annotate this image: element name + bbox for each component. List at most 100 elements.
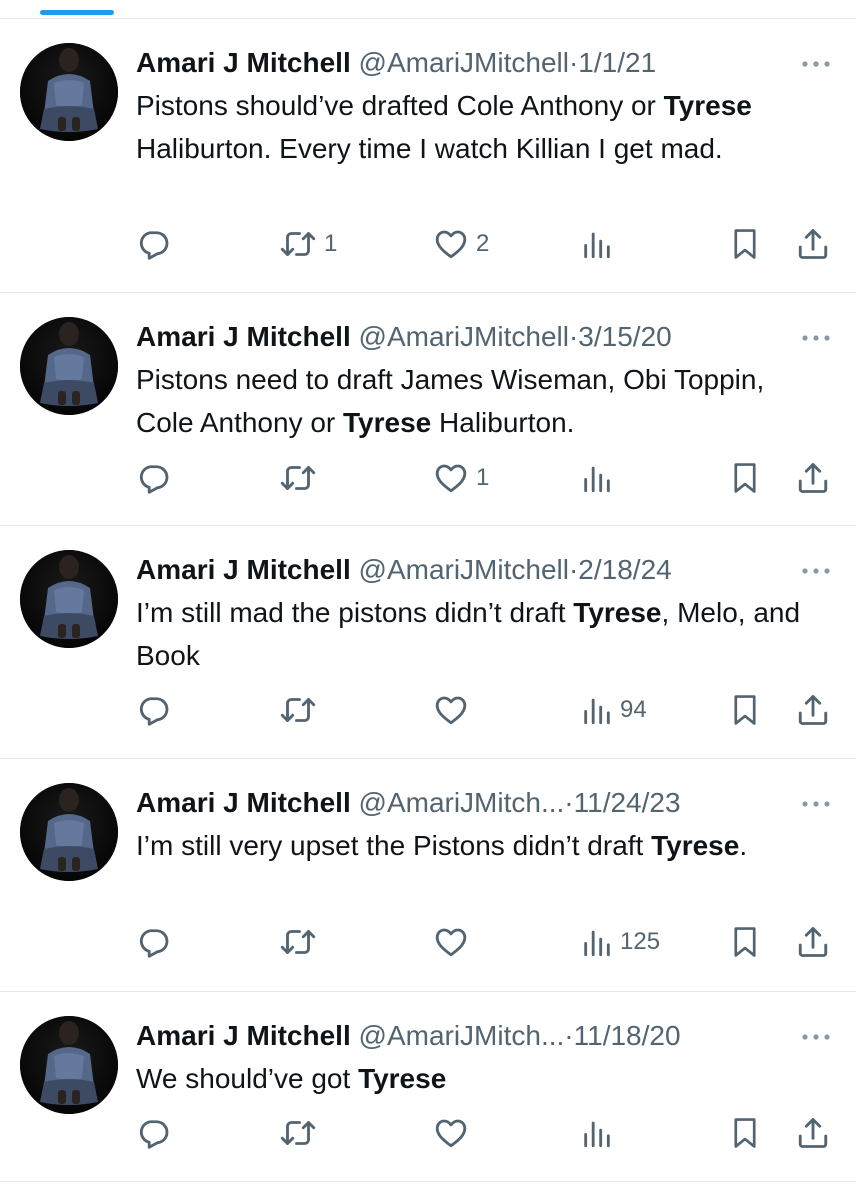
views-icon <box>580 924 614 960</box>
reply-icon <box>136 692 172 728</box>
heart-icon <box>432 692 470 728</box>
views-icon <box>580 460 614 496</box>
view-count: 94 <box>620 696 647 723</box>
more-icon[interactable] <box>800 564 832 576</box>
tweet-item[interactable]: Amari J Mitchell @AmariJMitch...·11/18/2… <box>0 992 856 1182</box>
tweet-item[interactable]: Amari J Mitchell @AmariJMitchell·1/1/21 … <box>0 19 856 293</box>
bookmark-button[interactable] <box>728 458 762 498</box>
display-name[interactable]: Amari J Mitchell <box>136 47 351 78</box>
bookmark-icon <box>728 225 762 263</box>
views-button[interactable] <box>580 1113 620 1153</box>
share-button[interactable] <box>795 458 831 498</box>
share-icon <box>795 459 831 497</box>
views-icon <box>580 1115 614 1151</box>
share-button[interactable] <box>795 1113 831 1153</box>
separator-dot: · <box>568 47 579 78</box>
like-button[interactable] <box>432 690 476 730</box>
retweet-button[interactable] <box>278 1113 324 1153</box>
tweet-date[interactable]: 1/1/21 <box>578 47 656 78</box>
tweet-text: I’m still very upset the Pistons didn’t … <box>136 830 748 861</box>
bookmark-button[interactable] <box>728 922 762 962</box>
display-name[interactable]: Amari J Mitchell <box>136 1020 351 1051</box>
share-button[interactable] <box>795 922 831 962</box>
more-icon[interactable] <box>800 57 832 69</box>
bookmark-button[interactable] <box>728 1113 762 1153</box>
reply-button[interactable] <box>136 1113 178 1153</box>
tweet-item[interactable]: Amari J Mitchell @AmariJMitchell·2/18/24… <box>0 526 856 759</box>
share-icon <box>795 691 831 729</box>
share-icon <box>795 923 831 961</box>
bookmark-button[interactable] <box>728 690 762 730</box>
user-handle[interactable]: @AmariJMitchell <box>359 47 569 78</box>
user-handle[interactable]: @AmariJMitch... <box>359 787 565 818</box>
bookmark-icon <box>728 691 762 729</box>
bookmark-icon <box>728 459 762 497</box>
bookmark-icon <box>728 1114 762 1152</box>
views-button[interactable] <box>580 458 620 498</box>
user-handle[interactable]: @AmariJMitchell <box>359 554 569 585</box>
tweet-item[interactable]: Amari J Mitchell @AmariJMitchell·3/15/20… <box>0 293 856 526</box>
heart-icon <box>432 460 470 496</box>
tweet-text: Pistons should’ve drafted Cole Anthony o… <box>136 90 752 164</box>
action-bar <box>0 1113 856 1153</box>
more-icon[interactable] <box>800 797 832 809</box>
reply-button[interactable] <box>136 690 178 730</box>
reply-button[interactable] <box>136 224 178 264</box>
highlighted-text: Tyrese <box>343 407 432 438</box>
tweet-text: I’m still mad the pistons didn’t draft T… <box>136 597 801 671</box>
like-button[interactable]: 1 <box>432 458 489 498</box>
avatar[interactable] <box>20 550 118 648</box>
more-icon[interactable] <box>800 331 832 343</box>
tweet-date[interactable]: 2/18/24 <box>578 554 671 585</box>
bookmark-button[interactable] <box>728 224 762 264</box>
user-handle[interactable]: @AmariJMitch... <box>359 1020 565 1051</box>
action-bar: 94 <box>0 690 856 730</box>
views-button[interactable] <box>580 224 620 264</box>
views-icon <box>580 692 614 728</box>
retweet-icon <box>278 460 318 496</box>
tweet-item[interactable]: Amari J Mitchell @AmariJMitch...·11/24/2… <box>0 759 856 992</box>
share-icon <box>795 225 831 263</box>
reply-icon <box>136 226 172 262</box>
retweet-icon <box>278 1115 318 1151</box>
view-count: 125 <box>620 928 661 955</box>
tweet-date[interactable]: 11/18/20 <box>574 1020 681 1051</box>
like-button[interactable]: 2 <box>432 224 489 264</box>
tweet-header: Amari J Mitchell @AmariJMitchell·2/18/24 <box>136 552 672 588</box>
avatar[interactable] <box>20 317 118 415</box>
share-button[interactable] <box>795 224 831 264</box>
display-name[interactable]: Amari J Mitchell <box>136 321 351 352</box>
tweet-date[interactable]: 3/15/20 <box>578 321 671 352</box>
tweet-date[interactable]: 11/24/23 <box>574 787 681 818</box>
retweet-button[interactable] <box>278 690 324 730</box>
retweet-button[interactable] <box>278 458 324 498</box>
avatar[interactable] <box>20 783 118 881</box>
tweet-header: Amari J Mitchell @AmariJMitchell·3/15/20 <box>136 319 672 355</box>
separator-dot: · <box>564 787 574 818</box>
more-icon[interactable] <box>800 1030 832 1042</box>
action-bar: 125 <box>0 922 856 962</box>
retweet-icon <box>278 226 318 262</box>
retweet-button[interactable] <box>278 922 324 962</box>
tweet-header: Amari J Mitchell @AmariJMitch...·11/18/2… <box>136 1018 681 1054</box>
reply-icon <box>136 924 172 960</box>
display-name[interactable]: Amari J Mitchell <box>136 554 351 585</box>
share-button[interactable] <box>795 690 831 730</box>
reply-button[interactable] <box>136 458 178 498</box>
display-name[interactable]: Amari J Mitchell <box>136 787 351 818</box>
views-button[interactable]: 125 <box>580 922 660 962</box>
like-count: 1 <box>476 464 490 491</box>
like-button[interactable] <box>432 922 476 962</box>
retweet-button[interactable]: 1 <box>278 224 337 264</box>
user-handle[interactable]: @AmariJMitchell <box>359 321 569 352</box>
views-icon <box>580 226 614 262</box>
like-button[interactable] <box>432 1113 476 1153</box>
tweet-header: Amari J Mitchell @AmariJMitchell·1/1/21 <box>136 45 656 81</box>
views-button[interactable]: 94 <box>580 690 647 730</box>
tweet-text: We should’ve got Tyrese <box>136 1063 447 1094</box>
retweet-icon <box>278 692 318 728</box>
avatar[interactable] <box>20 1016 118 1114</box>
avatar[interactable] <box>20 43 118 141</box>
reply-button[interactable] <box>136 922 178 962</box>
share-icon <box>795 1114 831 1152</box>
